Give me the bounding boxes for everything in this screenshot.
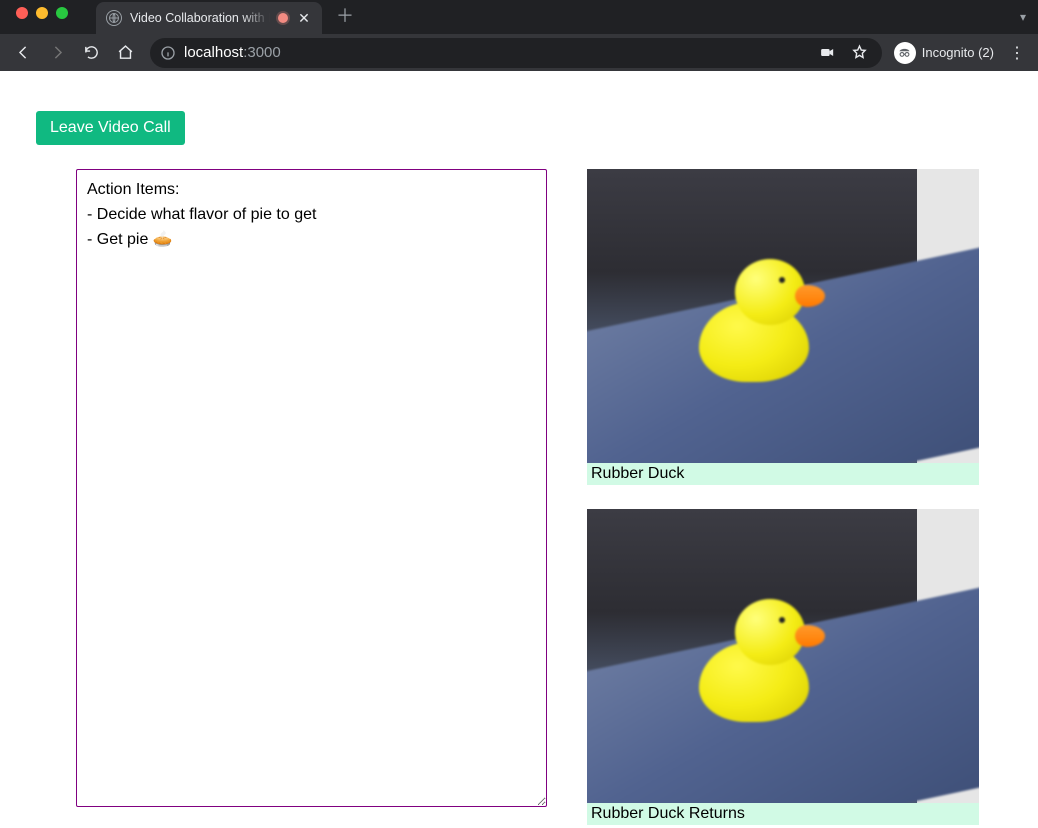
site-info-icon[interactable]	[160, 45, 176, 61]
fullscreen-window-button[interactable]	[56, 7, 68, 19]
browser-toolbar: localhost:3000 Incognito (2) ⋮	[0, 34, 1038, 71]
incognito-indicator[interactable]: Incognito (2)	[892, 42, 998, 64]
incognito-label: Incognito (2)	[922, 45, 994, 60]
url-host: localhost	[184, 44, 243, 61]
url-text: localhost:3000	[184, 44, 281, 61]
address-bar[interactable]: localhost:3000	[150, 38, 882, 68]
video-tile: Rubber Duck Returns	[587, 509, 979, 825]
window-controls	[8, 7, 78, 27]
browser-chrome: Video Collaboration with N ✕ ＋ ▾ localho…	[0, 0, 1038, 71]
tab-title: Video Collaboration with N	[130, 11, 270, 25]
globe-icon	[106, 10, 122, 26]
participant-name-label: Rubber Duck Returns	[587, 803, 979, 825]
tabs-dropdown-icon[interactable]: ▾	[1020, 10, 1038, 24]
app-content: Leave Video Call Rubber Duck	[0, 71, 1038, 825]
participants-column: Rubber Duck Rubber Duck Returns	[587, 169, 1002, 825]
video-feed[interactable]	[587, 509, 979, 803]
bookmark-star-icon[interactable]	[848, 41, 872, 65]
notes-textarea[interactable]	[76, 169, 547, 807]
close-tab-button[interactable]: ✕	[296, 11, 312, 25]
reload-button[interactable]	[76, 38, 106, 68]
back-button[interactable]	[8, 38, 38, 68]
video-tile: Rubber Duck	[587, 169, 979, 485]
content-row: Rubber Duck Rubber Duck Returns	[36, 169, 1002, 825]
url-port: :3000	[243, 44, 281, 61]
close-window-button[interactable]	[16, 7, 28, 19]
video-feed[interactable]	[587, 169, 979, 463]
forward-button[interactable]	[42, 38, 72, 68]
home-button[interactable]	[110, 38, 140, 68]
new-tab-button[interactable]: ＋	[322, 2, 368, 32]
minimize-window-button[interactable]	[36, 7, 48, 19]
camera-icon[interactable]	[816, 41, 840, 65]
browser-menu-button[interactable]: ⋮	[1004, 43, 1030, 63]
browser-tab[interactable]: Video Collaboration with N ✕	[96, 2, 322, 34]
recording-indicator-icon	[278, 13, 288, 23]
incognito-icon	[894, 42, 916, 64]
tab-strip: Video Collaboration with N ✕ ＋ ▾	[0, 0, 1038, 34]
toolbar-right: Incognito (2) ⋮	[892, 42, 1030, 64]
leave-call-button[interactable]: Leave Video Call	[36, 111, 185, 145]
participant-name-label: Rubber Duck	[587, 463, 979, 485]
